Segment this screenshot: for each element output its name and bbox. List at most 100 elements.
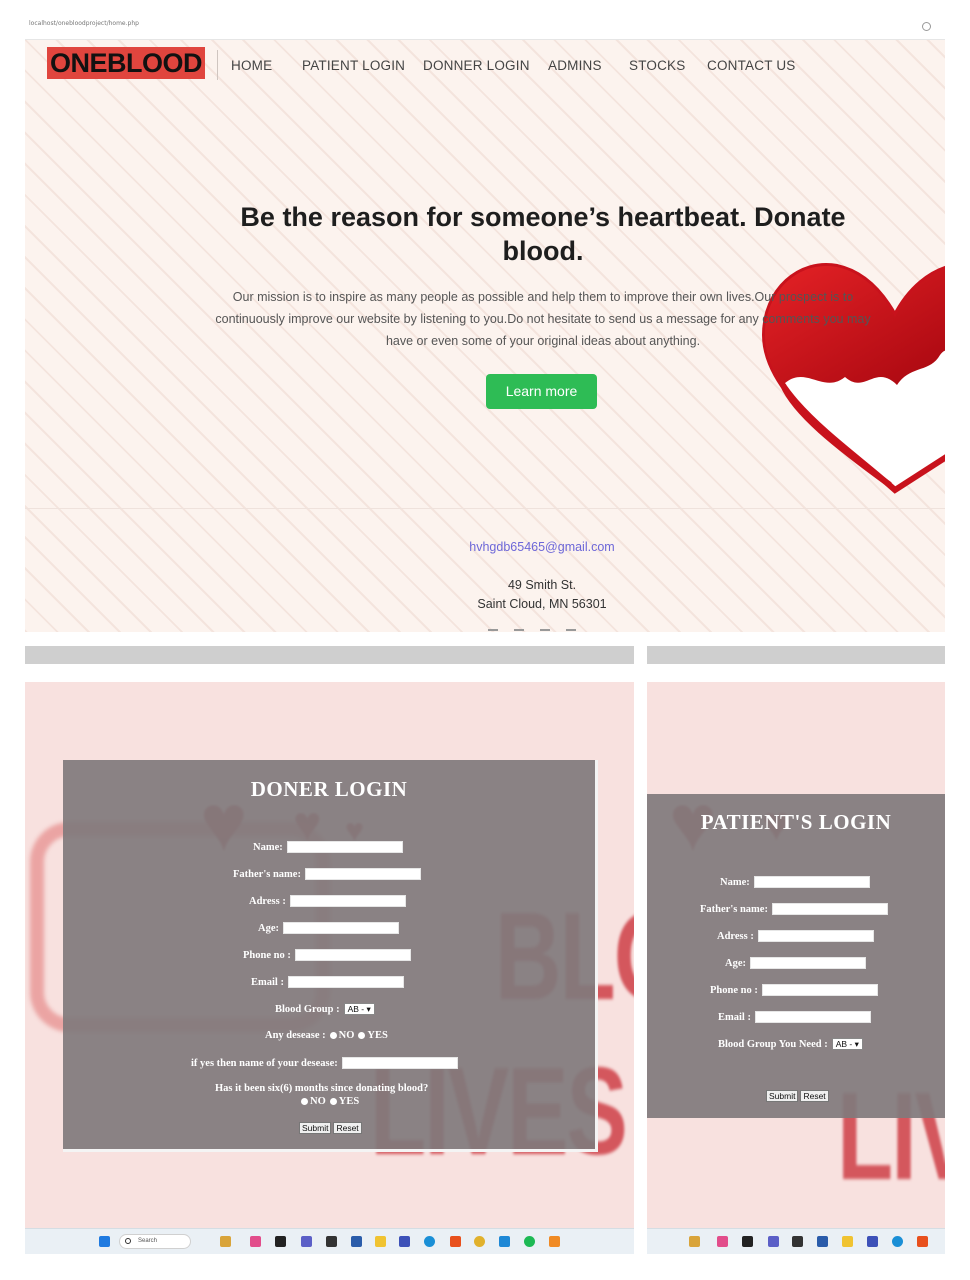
patient-form: PATIENT'S LOGIN Name: Father's name: Adr… (647, 794, 945, 1118)
donor-form-buttons: Submit Reset (299, 1122, 364, 1134)
patient-reset-button[interactable]: Reset (800, 1090, 829, 1102)
donor-address-input[interactable] (289, 895, 406, 907)
widgets-icon[interactable] (689, 1236, 700, 1247)
patient-name-row: Name: (720, 876, 870, 888)
blood-group-need-label: Blood Group You Need : (718, 1038, 828, 1050)
google-icon[interactable] (566, 629, 576, 632)
store-icon[interactable] (817, 1236, 828, 1247)
taskbar-search[interactable]: Search (119, 1234, 191, 1249)
file-explorer-icon[interactable] (842, 1236, 853, 1247)
donor-address-row: Adress : (249, 895, 406, 907)
patient-email-input[interactable] (754, 1011, 871, 1023)
nav-patient-login[interactable]: PATIENT LOGIN (302, 58, 405, 73)
donor-age-input[interactable] (283, 922, 399, 934)
heart-illustration (761, 263, 945, 494)
blood-group-label: Blood Group : (275, 1003, 340, 1015)
teams-icon[interactable] (768, 1236, 779, 1247)
facebook-icon[interactable] (488, 629, 498, 632)
donor-father-row: Father's name: (233, 868, 421, 880)
instagram-icon[interactable] (540, 629, 550, 632)
xampp-icon[interactable] (549, 1236, 560, 1247)
address-label: Adress : (249, 895, 286, 907)
store-icon[interactable] (351, 1236, 362, 1247)
donor-email-row: Email : (251, 976, 404, 988)
home-page: ONEBLOOD HOME PATIENT LOGIN DONNER LOGIN… (25, 40, 945, 632)
nav-donner-login[interactable]: DONNER LOGIN (423, 58, 530, 73)
spotify-icon[interactable] (524, 1236, 535, 1247)
patient-father-name-input[interactable] (771, 903, 888, 915)
six-months-no-label: NO (310, 1096, 326, 1107)
patient-name-input[interactable] (753, 876, 870, 888)
patient-blood-group-row: Blood Group You Need : AB - ▾ (718, 1038, 863, 1050)
patient-submit-button[interactable]: Submit (766, 1090, 799, 1102)
chrome-icon[interactable] (474, 1236, 485, 1247)
donor-disease-name-row: if yes then name of your desease: (191, 1057, 458, 1069)
vscode-icon[interactable] (499, 1236, 510, 1247)
blood-group-need-select[interactable]: AB - ▾ (831, 1038, 863, 1050)
donor-name-input[interactable] (286, 841, 403, 853)
name-label: Name: (720, 876, 750, 888)
nav-admins[interactable]: ADMINS (548, 58, 602, 73)
twitter-icon[interactable] (514, 629, 524, 632)
disease-yes-radio[interactable] (358, 1032, 366, 1039)
edge-icon[interactable] (892, 1236, 903, 1247)
donor-login-page: ♥ ♥ ♥ BLO LIVES DONER LOGIN Name: Father… (25, 682, 634, 1228)
copilot-icon[interactable] (250, 1236, 261, 1247)
name-label: Name: (253, 841, 283, 853)
obs-icon[interactable] (792, 1236, 803, 1247)
patient-father-row: Father's name: (700, 903, 888, 915)
father-name-label: Father's name: (700, 903, 768, 915)
email-label: Email : (251, 976, 284, 988)
donor-name-row: Name: (253, 841, 403, 853)
footer-divider (25, 508, 945, 509)
disease-no-radio[interactable] (329, 1032, 337, 1039)
edge-icon[interactable] (424, 1236, 435, 1247)
nav-contact-us[interactable]: CONTACT US (707, 58, 796, 73)
donor-submit-button[interactable]: Submit (299, 1122, 332, 1134)
donor-form-title: DONER LOGIN (250, 777, 408, 801)
task-view-icon[interactable] (742, 1236, 753, 1247)
patient-phone-input[interactable] (761, 984, 878, 996)
task-view-icon[interactable] (275, 1236, 286, 1247)
footer-email-link[interactable]: hvhgdb65465@gmail.com (25, 540, 945, 554)
address-bar[interactable]: localhost/onebloodproject/home.php (25, 16, 945, 40)
six-months-label: Has it been six(6) months since donating… (215, 1083, 429, 1094)
patient-age-input[interactable] (750, 957, 866, 969)
nav-stocks[interactable]: STOCKS (629, 58, 685, 73)
address-line-2: Saint Cloud, MN 56301 (477, 597, 607, 611)
patient-address-row: Adress : (717, 930, 874, 942)
copilot-icon[interactable] (717, 1236, 728, 1247)
six-months-yes-radio[interactable] (329, 1098, 337, 1105)
patient-address-input[interactable] (757, 930, 874, 942)
father-name-label: Father's name: (233, 868, 301, 880)
donor-reset-button[interactable]: Reset (333, 1122, 362, 1134)
donor-email-input[interactable] (287, 976, 404, 988)
widgets-icon[interactable] (220, 1236, 231, 1247)
social-icons (488, 626, 598, 632)
disease-name-input[interactable] (341, 1057, 458, 1069)
patient-form-title: PATIENT'S LOGIN (700, 810, 892, 834)
app-icon[interactable] (399, 1236, 410, 1247)
donor-disease-row: Any desease : NO YES (265, 1030, 388, 1041)
brave-icon[interactable] (917, 1236, 928, 1247)
brave-icon[interactable] (450, 1236, 461, 1247)
donor-phone-input[interactable] (294, 949, 411, 961)
learn-more-button[interactable]: Learn more (486, 374, 597, 409)
six-months-no-radio[interactable] (301, 1098, 308, 1105)
windows-start-icon[interactable] (99, 1236, 110, 1247)
file-explorer-icon[interactable] (375, 1236, 386, 1247)
phone-label: Phone no : (710, 984, 758, 996)
taskbar-right (647, 1228, 945, 1254)
nav-home[interactable]: HOME (231, 58, 272, 73)
obs-icon[interactable] (326, 1236, 337, 1247)
site-logo[interactable]: ONEBLOOD (47, 47, 205, 79)
hero-text: Our mission is to inspire as many people… (215, 290, 871, 348)
donor-father-name-input[interactable] (304, 868, 421, 880)
patient-form-buttons: Submit Reset (766, 1090, 831, 1102)
app-icon[interactable] (867, 1236, 878, 1247)
zoom-icon[interactable] (922, 22, 931, 31)
teams-icon[interactable] (301, 1236, 312, 1247)
patient-email-row: Email : (718, 1011, 871, 1023)
blood-group-select[interactable]: AB - ▾ (343, 1003, 375, 1015)
patient-login-page: ♥ ♥ LIV PATIENT'S LOGIN Name: Father's n… (647, 682, 945, 1228)
